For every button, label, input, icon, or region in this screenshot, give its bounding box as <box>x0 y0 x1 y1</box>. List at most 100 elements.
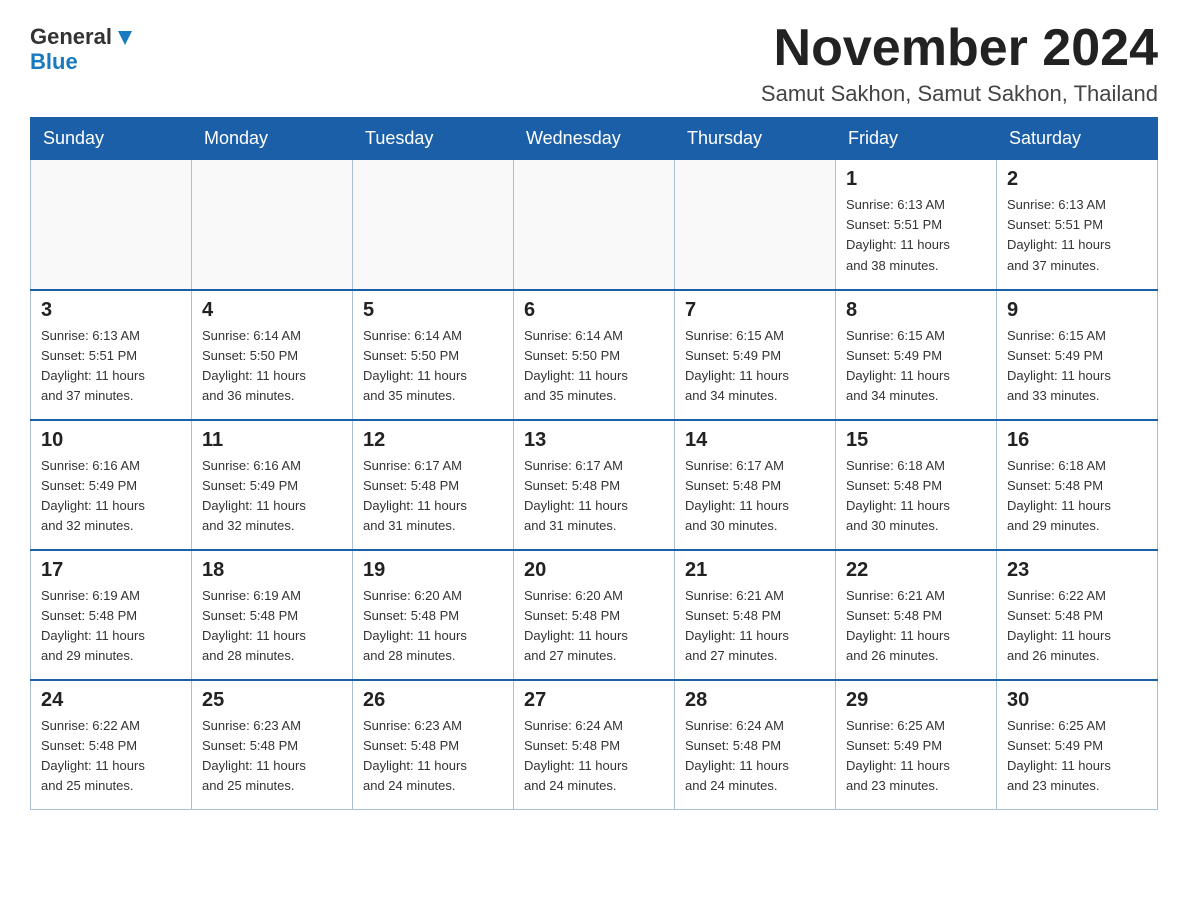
logo-arrow-icon <box>114 27 136 49</box>
calendar-cell: 6 Sunrise: 6:14 AMSunset: 5:50 PMDaylight… <box>514 290 675 420</box>
day-number: 1 <box>846 168 986 191</box>
day-number: 5 <box>363 299 503 322</box>
day-number: 7 <box>685 299 825 322</box>
day-info: Sunrise: 6:17 AMSunset: 5:48 PMDaylight:… <box>685 456 825 537</box>
calendar-cell: 26 Sunrise: 6:23 AMSunset: 5:48 PMDayligh… <box>353 680 514 810</box>
calendar-cell: 7 Sunrise: 6:15 AMSunset: 5:49 PMDaylight… <box>675 290 836 420</box>
calendar-cell <box>353 160 514 290</box>
day-info: Sunrise: 6:22 AMSunset: 5:48 PMDaylight:… <box>1007 586 1147 667</box>
location-title: Samut Sakhon, Samut Sakhon, Thailand <box>761 81 1158 107</box>
calendar-cell: 14 Sunrise: 6:17 AMSunset: 5:48 PMDayligh… <box>675 420 836 550</box>
day-info: Sunrise: 6:24 AMSunset: 5:48 PMDaylight:… <box>685 716 825 797</box>
day-info: Sunrise: 6:13 AMSunset: 5:51 PMDaylight:… <box>1007 195 1147 276</box>
calendar-cell: 9 Sunrise: 6:15 AMSunset: 5:49 PMDaylight… <box>997 290 1158 420</box>
day-headers-row: SundayMondayTuesdayWednesdayThursdayFrid… <box>31 118 1158 160</box>
day-info: Sunrise: 6:15 AMSunset: 5:49 PMDaylight:… <box>846 326 986 407</box>
day-number: 30 <box>1007 689 1147 712</box>
calendar-cell: 10 Sunrise: 6:16 AMSunset: 5:49 PMDayligh… <box>31 420 192 550</box>
day-number: 16 <box>1007 429 1147 452</box>
day-info: Sunrise: 6:19 AMSunset: 5:48 PMDaylight:… <box>41 586 181 667</box>
day-info: Sunrise: 6:25 AMSunset: 5:49 PMDaylight:… <box>1007 716 1147 797</box>
calendar-cell: 5 Sunrise: 6:14 AMSunset: 5:50 PMDaylight… <box>353 290 514 420</box>
calendar-cell: 2 Sunrise: 6:13 AMSunset: 5:51 PMDaylight… <box>997 160 1158 290</box>
day-number: 4 <box>202 299 342 322</box>
calendar-cell: 23 Sunrise: 6:22 AMSunset: 5:48 PMDayligh… <box>997 550 1158 680</box>
calendar-cell: 3 Sunrise: 6:13 AMSunset: 5:51 PMDaylight… <box>31 290 192 420</box>
calendar-cell: 30 Sunrise: 6:25 AMSunset: 5:49 PMDayligh… <box>997 680 1158 810</box>
week-row-3: 10 Sunrise: 6:16 AMSunset: 5:49 PMDayligh… <box>31 420 1158 550</box>
calendar-cell: 13 Sunrise: 6:17 AMSunset: 5:48 PMDayligh… <box>514 420 675 550</box>
day-info: Sunrise: 6:24 AMSunset: 5:48 PMDaylight:… <box>524 716 664 797</box>
day-info: Sunrise: 6:14 AMSunset: 5:50 PMDaylight:… <box>202 326 342 407</box>
day-header-wednesday: Wednesday <box>514 118 675 160</box>
day-header-monday: Monday <box>192 118 353 160</box>
day-info: Sunrise: 6:17 AMSunset: 5:48 PMDaylight:… <box>524 456 664 537</box>
day-number: 10 <box>41 429 181 452</box>
day-number: 15 <box>846 429 986 452</box>
day-info: Sunrise: 6:16 AMSunset: 5:49 PMDaylight:… <box>202 456 342 537</box>
day-number: 22 <box>846 559 986 582</box>
day-number: 3 <box>41 299 181 322</box>
day-number: 14 <box>685 429 825 452</box>
day-number: 26 <box>363 689 503 712</box>
calendar-cell: 16 Sunrise: 6:18 AMSunset: 5:48 PMDayligh… <box>997 420 1158 550</box>
day-info: Sunrise: 6:20 AMSunset: 5:48 PMDaylight:… <box>363 586 503 667</box>
day-number: 28 <box>685 689 825 712</box>
day-header-sunday: Sunday <box>31 118 192 160</box>
day-info: Sunrise: 6:21 AMSunset: 5:48 PMDaylight:… <box>846 586 986 667</box>
week-row-5: 24 Sunrise: 6:22 AMSunset: 5:48 PMDayligh… <box>31 680 1158 810</box>
day-number: 12 <box>363 429 503 452</box>
calendar-cell: 28 Sunrise: 6:24 AMSunset: 5:48 PMDayligh… <box>675 680 836 810</box>
day-number: 21 <box>685 559 825 582</box>
day-header-tuesday: Tuesday <box>353 118 514 160</box>
calendar-cell: 29Sunrise: 6:25 AMSunset: 5:49 PMDayligh… <box>836 680 997 810</box>
day-header-saturday: Saturday <box>997 118 1158 160</box>
calendar-cell: 15 Sunrise: 6:18 AMSunset: 5:48 PMDayligh… <box>836 420 997 550</box>
day-info: Sunrise: 6:23 AMSunset: 5:48 PMDaylight:… <box>202 716 342 797</box>
day-number: 23 <box>1007 559 1147 582</box>
day-number: 2 <box>1007 168 1147 191</box>
day-number: 6 <box>524 299 664 322</box>
calendar-cell <box>31 160 192 290</box>
day-number: 13 <box>524 429 664 452</box>
day-info: Sunrise: 6:21 AMSunset: 5:48 PMDaylight:… <box>685 586 825 667</box>
day-info: Sunrise: 6:23 AMSunset: 5:48 PMDaylight:… <box>363 716 503 797</box>
day-info: Sunrise: 6:15 AMSunset: 5:49 PMDaylight:… <box>685 326 825 407</box>
day-info: Sunrise: 6:14 AMSunset: 5:50 PMDaylight:… <box>363 326 503 407</box>
day-number: 27 <box>524 689 664 712</box>
day-info: Sunrise: 6:14 AMSunset: 5:50 PMDaylight:… <box>524 326 664 407</box>
calendar-cell: 1 Sunrise: 6:13 AMSunset: 5:51 PMDaylight… <box>836 160 997 290</box>
calendar-cell: 25 Sunrise: 6:23 AMSunset: 5:48 PMDayligh… <box>192 680 353 810</box>
day-info: Sunrise: 6:16 AMSunset: 5:49 PMDaylight:… <box>41 456 181 537</box>
month-title: November 2024 <box>761 20 1158 77</box>
day-info: Sunrise: 6:19 AMSunset: 5:48 PMDaylight:… <box>202 586 342 667</box>
day-info: Sunrise: 6:13 AMSunset: 5:51 PMDaylight:… <box>41 326 181 407</box>
title-area: November 2024 Samut Sakhon, Samut Sakhon… <box>761 20 1158 107</box>
day-info: Sunrise: 6:17 AMSunset: 5:48 PMDaylight:… <box>363 456 503 537</box>
day-number: 11 <box>202 429 342 452</box>
calendar-cell: 12 Sunrise: 6:17 AMSunset: 5:48 PMDayligh… <box>353 420 514 550</box>
day-number: 19 <box>363 559 503 582</box>
calendar-cell <box>675 160 836 290</box>
day-info: Sunrise: 6:15 AMSunset: 5:49 PMDaylight:… <box>1007 326 1147 407</box>
day-info: Sunrise: 6:22 AMSunset: 5:48 PMDaylight:… <box>41 716 181 797</box>
calendar-cell: 20Sunrise: 6:20 AMSunset: 5:48 PMDayligh… <box>514 550 675 680</box>
calendar-cell: 17Sunrise: 6:19 AMSunset: 5:48 PMDayligh… <box>31 550 192 680</box>
calendar-cell: 19 Sunrise: 6:20 AMSunset: 5:48 PMDayligh… <box>353 550 514 680</box>
day-info: Sunrise: 6:13 AMSunset: 5:51 PMDaylight:… <box>846 195 986 276</box>
calendar-table: SundayMondayTuesdayWednesdayThursdayFrid… <box>30 117 1158 810</box>
day-info: Sunrise: 6:25 AMSunset: 5:49 PMDaylight:… <box>846 716 986 797</box>
day-number: 24 <box>41 689 181 712</box>
day-number: 25 <box>202 689 342 712</box>
logo-general: General <box>30 26 112 48</box>
day-info: Sunrise: 6:18 AMSunset: 5:48 PMDaylight:… <box>846 456 986 537</box>
calendar-cell: 24 Sunrise: 6:22 AMSunset: 5:48 PMDayligh… <box>31 680 192 810</box>
day-number: 9 <box>1007 299 1147 322</box>
day-number: 8 <box>846 299 986 322</box>
calendar-cell: 18Sunrise: 6:19 AMSunset: 5:48 PMDayligh… <box>192 550 353 680</box>
calendar-cell: 27 Sunrise: 6:24 AMSunset: 5:48 PMDayligh… <box>514 680 675 810</box>
day-info: Sunrise: 6:20 AMSunset: 5:48 PMDaylight:… <box>524 586 664 667</box>
day-info: Sunrise: 6:18 AMSunset: 5:48 PMDaylight:… <box>1007 456 1147 537</box>
day-header-thursday: Thursday <box>675 118 836 160</box>
logo-blue: Blue <box>30 49 78 74</box>
